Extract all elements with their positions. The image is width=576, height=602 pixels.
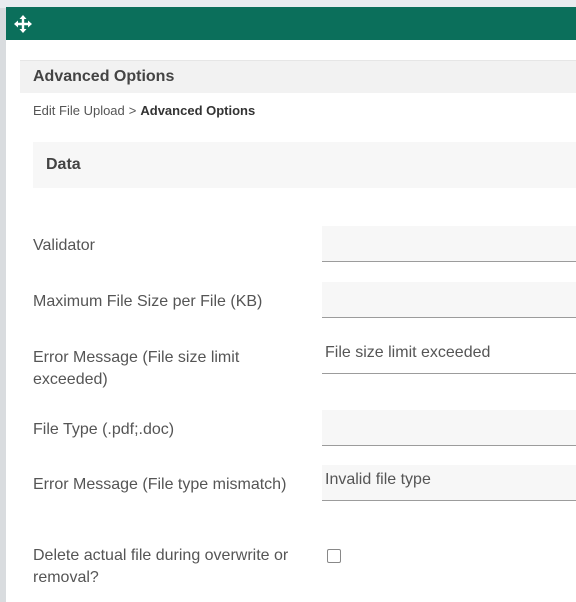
validator-input[interactable] — [322, 226, 576, 262]
panel-header: Advanced Options — [20, 60, 576, 93]
max-file-size-label: Maximum File Size per File (KB) — [33, 293, 263, 310]
breadcrumb-parent-link[interactable]: Edit File Upload — [33, 103, 125, 118]
file-type-input[interactable] — [322, 410, 576, 446]
section-title: Data — [46, 156, 81, 173]
size-error-input[interactable]: File size limit exceeded — [322, 338, 576, 374]
breadcrumb-current: Advanced Options — [140, 103, 256, 118]
size-error-label: Error Message (File size limit exceeded) — [33, 349, 240, 388]
type-error-value: Invalid file type — [325, 471, 431, 488]
move-icon[interactable] — [14, 15, 32, 33]
file-type-label: File Type (.pdf;.doc) — [33, 421, 175, 438]
breadcrumb-separator: > — [128, 103, 137, 118]
breadcrumb: Edit File Upload > Advanced Options — [33, 103, 255, 118]
type-error-label: Error Message (File type mismatch) — [33, 476, 287, 493]
max-file-size-input[interactable] — [322, 282, 576, 318]
delete-file-label: Delete actual file during overwrite or r… — [33, 547, 289, 586]
type-error-input[interactable]: Invalid file type — [322, 465, 576, 501]
delete-file-checkbox[interactable] — [327, 549, 341, 563]
size-error-value: File size limit exceeded — [325, 344, 491, 361]
panel-title: Advanced Options — [33, 68, 175, 85]
section-header: Data — [33, 142, 576, 188]
dialog-panel: Advanced Options Edit File Upload > Advanc… — [6, 40, 576, 602]
dialog-titlebar[interactable] — [6, 7, 576, 40]
validator-label: Validator — [33, 237, 95, 254]
